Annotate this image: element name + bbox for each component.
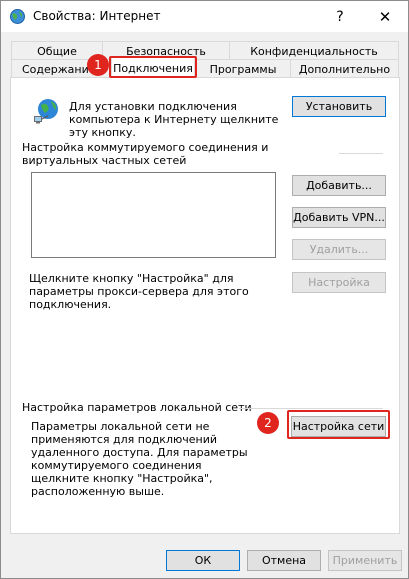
connections-panel: Для установки подключения компьютера к И… <box>10 77 400 534</box>
internet-globe-icon <box>9 8 26 25</box>
tab-advanced[interactable]: Дополнительно <box>290 59 399 78</box>
help-button[interactable]: ? <box>317 1 363 32</box>
lan-group-line <box>239 408 383 409</box>
apply-button[interactable]: Применить <box>328 550 402 571</box>
lan-button-highlight <box>287 410 390 439</box>
tab-privacy[interactable]: Конфиденциальность <box>229 41 399 60</box>
window-title: Свойства: Интернет <box>33 9 161 23</box>
help-icon: ? <box>336 8 344 25</box>
dialup-heading: Настройка коммутируемого соединения и ви… <box>22 141 269 167</box>
remove-button[interactable]: Удалить... <box>292 239 386 260</box>
dialog-footer: ОК Отмена Применить <box>1 537 408 578</box>
step-badge-2: 2 <box>257 412 279 434</box>
network-globe-icon <box>32 96 62 126</box>
connections-tab-highlight <box>109 56 197 78</box>
close-icon: ✕ <box>378 7 392 26</box>
connections-list[interactable] <box>31 172 276 258</box>
setup-description: Для установки подключения компьютера к И… <box>69 100 279 139</box>
lan-description: Параметры локальной сети не применяются … <box>31 420 248 498</box>
proxy-description: Щелкните кнопку "Настройка" для параметр… <box>29 272 249 311</box>
dialup-group-line <box>339 153 383 154</box>
add-vpn-button[interactable]: Добавить VPN... <box>292 207 386 228</box>
title-bar: Свойства: Интернет ? ✕ <box>1 1 408 32</box>
cancel-button[interactable]: Отмена <box>247 550 321 571</box>
dialup-settings-button[interactable]: Настройка <box>292 272 386 293</box>
internet-properties-window: Свойства: Интернет ? ✕ Общие Безопасност… <box>0 0 409 579</box>
lan-heading: Настройка параметров локальной сети <box>22 401 252 414</box>
add-button[interactable]: Добавить... <box>292 175 386 196</box>
setup-button[interactable]: Установить <box>292 96 386 117</box>
tab-programs[interactable]: Программы <box>195 59 291 78</box>
ok-button[interactable]: ОК <box>166 550 240 571</box>
close-button[interactable]: ✕ <box>362 1 408 32</box>
step-badge-1: 1 <box>87 54 109 76</box>
